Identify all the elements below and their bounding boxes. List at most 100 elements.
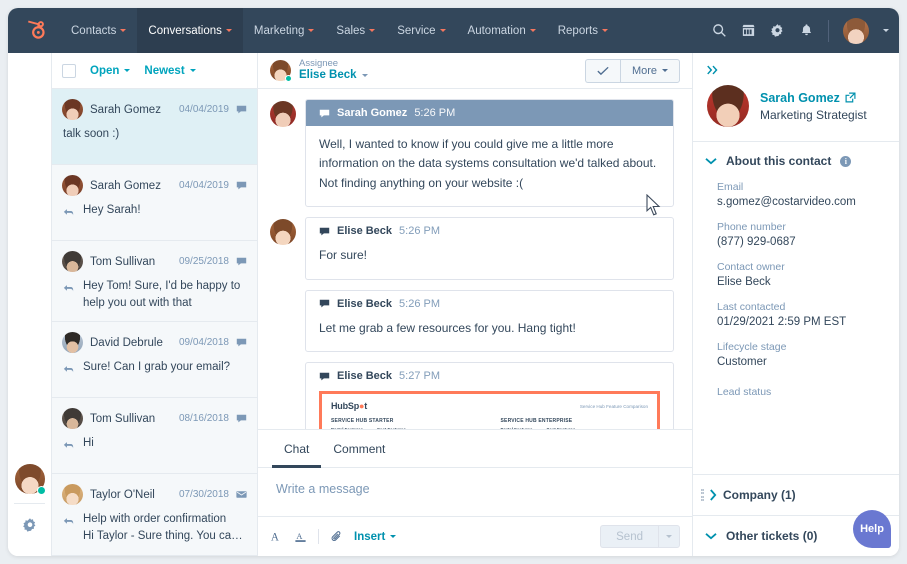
list-item-date: 04/04/2019 xyxy=(179,104,229,115)
attachment-preview[interactable]: HubSp●t Service Hub Feature Comparison S… xyxy=(319,391,660,429)
message-list: Sarah Gomez 5:26 PM Well, I wanted to kn… xyxy=(258,89,692,429)
top-navigation-bar: Contacts Conversations Marketing Sales S… xyxy=(8,8,899,53)
property-last-contacted: Last contacted 01/29/2021 2:59 PM EST xyxy=(705,301,885,328)
marketplace-icon[interactable] xyxy=(741,23,756,38)
info-icon[interactable]: i xyxy=(840,156,851,167)
tab-comment[interactable]: Comment xyxy=(321,430,397,468)
contact-details-panel: Sarah Gomez Marketing Strategist About t… xyxy=(693,53,899,556)
send-options-button[interactable] xyxy=(658,525,680,548)
conversation-list-header: Open Newest xyxy=(52,53,257,89)
collapse-panel-button[interactable] xyxy=(693,53,899,83)
search-icon[interactable] xyxy=(712,23,727,38)
message-bubble: Sarah Gomez 5:26 PM Well, I wanted to kn… xyxy=(305,99,674,207)
list-item[interactable]: Tom Sullivan 09/25/2018 Hey Tom! Sure, I… xyxy=(52,241,257,322)
chevron-down-icon xyxy=(602,29,608,32)
svg-text:A: A xyxy=(296,532,302,541)
contact-name-link[interactable]: Sarah Gomez xyxy=(760,91,867,105)
message-bubble: Elise Beck 5:26 PM For sure! xyxy=(305,217,674,279)
message-input[interactable]: Write a message xyxy=(258,468,692,516)
avatar xyxy=(270,219,296,245)
nav-item-conversations[interactable]: Conversations xyxy=(137,8,243,53)
message: Elise Beck 5:27 PM HubSp●t Service Hub F… xyxy=(270,362,674,429)
list-item[interactable]: Sarah Gomez 04/04/2019 Hey Sarah! xyxy=(52,165,257,241)
drag-handle-icon[interactable] xyxy=(701,489,703,502)
sort-filter-dropdown[interactable]: Newest xyxy=(144,65,195,77)
app-body: Open Newest Sarah Gomez 04/04/2019 xyxy=(8,53,899,556)
nav-label: Sales xyxy=(336,25,365,37)
list-item-preview: Sure! Can I grab your email? xyxy=(83,359,230,379)
avatar xyxy=(62,332,83,353)
list-item[interactable]: Tom Sullivan 08/16/2018 Hi xyxy=(52,398,257,474)
attachment-title: Service Hub Feature Comparison xyxy=(580,404,648,409)
message-header: Sarah Gomez 5:26 PM xyxy=(306,100,673,126)
insert-dropdown[interactable]: Insert xyxy=(354,531,396,543)
nav-item-reports[interactable]: Reports xyxy=(547,8,619,53)
gear-icon[interactable] xyxy=(770,23,785,38)
close-conversation-button[interactable] xyxy=(585,59,620,83)
property-label: Last contacted xyxy=(717,301,871,313)
message-composer: Chat Comment Write a message A A xyxy=(258,429,692,556)
attachment-column: SERVICE HUB ENTERPRISE Portal Features S… xyxy=(501,418,649,429)
nav-label: Service xyxy=(397,25,435,37)
assignee-avatar[interactable] xyxy=(270,60,291,81)
message-author: Elise Beck xyxy=(337,225,392,237)
status-filter-dropdown[interactable]: Open xyxy=(90,65,130,77)
message-time: 5:26 PM xyxy=(414,107,455,119)
avatar-spacer xyxy=(270,292,296,318)
chevron-down-icon[interactable] xyxy=(883,29,889,32)
assignee-block: Assignee Elise Beck xyxy=(299,59,368,81)
property-value[interactable]: Elise Beck xyxy=(717,276,871,288)
avatar[interactable] xyxy=(843,18,869,44)
thread-actions: More xyxy=(585,59,680,83)
hubspot-logo[interactable] xyxy=(8,19,60,42)
panel-spacer xyxy=(693,411,899,474)
chat-channel-icon xyxy=(319,226,330,237)
font-format-icon[interactable]: A xyxy=(270,530,283,543)
more-label: More xyxy=(632,65,657,77)
list-item[interactable]: Taylor O'Neil 07/30/2018 Help with order… xyxy=(52,474,257,555)
list-item[interactable]: David Debrule 09/04/2018 Sure! Can I gra… xyxy=(52,322,257,398)
assignee-name: Elise Beck xyxy=(299,69,357,81)
text-color-icon[interactable]: A xyxy=(294,530,307,543)
property-value[interactable]: 01/29/2021 2:59 PM EST xyxy=(717,316,871,328)
help-button[interactable]: Help xyxy=(853,510,891,548)
property-value[interactable]: s.gomez@costarvideo.com xyxy=(717,196,871,208)
about-contact-toggle[interactable]: About this contact i xyxy=(705,154,885,168)
main-nav-items: Contacts Conversations Marketing Sales S… xyxy=(60,8,619,53)
online-status-dot xyxy=(285,75,292,82)
property-value[interactable]: (877) 929-0687 xyxy=(717,236,871,248)
nav-item-marketing[interactable]: Marketing xyxy=(243,8,326,53)
property-value[interactable]: Customer xyxy=(717,356,871,368)
settings-gear-icon[interactable] xyxy=(22,517,38,538)
list-item-preview: Hey Sarah! xyxy=(83,202,141,222)
hubspot-app-window: Contacts Conversations Marketing Sales S… xyxy=(8,8,899,556)
company-section[interactable]: Company (1) xyxy=(693,474,899,515)
nav-item-contacts[interactable]: Contacts xyxy=(60,8,137,53)
message-time: 5:26 PM xyxy=(399,225,440,237)
list-item-subline: Hi Taylor - Sure thing. You ca… xyxy=(83,528,243,545)
send-button[interactable]: Send xyxy=(600,525,658,548)
assignee-dropdown[interactable]: Elise Beck xyxy=(299,69,368,81)
list-item-date: 04/04/2019 xyxy=(179,180,229,191)
attachment-column: SERVICE HUB STARTER Portal Features Seat… xyxy=(331,418,479,429)
message-time: 5:27 PM xyxy=(399,370,440,382)
agent-presence[interactable] xyxy=(15,464,45,494)
more-button[interactable]: More xyxy=(620,59,680,83)
message-header: Elise Beck 5:26 PM xyxy=(306,218,673,244)
message-time: 5:26 PM xyxy=(399,298,440,310)
nav-item-sales[interactable]: Sales xyxy=(325,8,386,53)
message-text: Let me grab a few resources for you. Han… xyxy=(306,317,673,351)
list-item[interactable]: Sarah Gomez 04/04/2019 talk soon :) xyxy=(52,89,257,165)
nav-item-automation[interactable]: Automation xyxy=(457,8,547,53)
avatar xyxy=(270,101,296,127)
select-all-checkbox[interactable] xyxy=(62,64,76,78)
conversation-rows[interactable]: Sarah Gomez 04/04/2019 talk soon :) Sara… xyxy=(52,89,257,556)
attachment-paperclip-icon[interactable] xyxy=(330,530,343,543)
online-status-dot xyxy=(37,486,46,495)
notifications-bell-icon[interactable] xyxy=(799,23,814,38)
tab-chat[interactable]: Chat xyxy=(272,430,321,468)
chevron-down-icon xyxy=(308,29,314,32)
nav-item-service[interactable]: Service xyxy=(386,8,456,53)
message: Sarah Gomez 5:26 PM Well, I wanted to kn… xyxy=(270,99,674,207)
composer-toolbar: A A Insert Send xyxy=(258,516,692,556)
